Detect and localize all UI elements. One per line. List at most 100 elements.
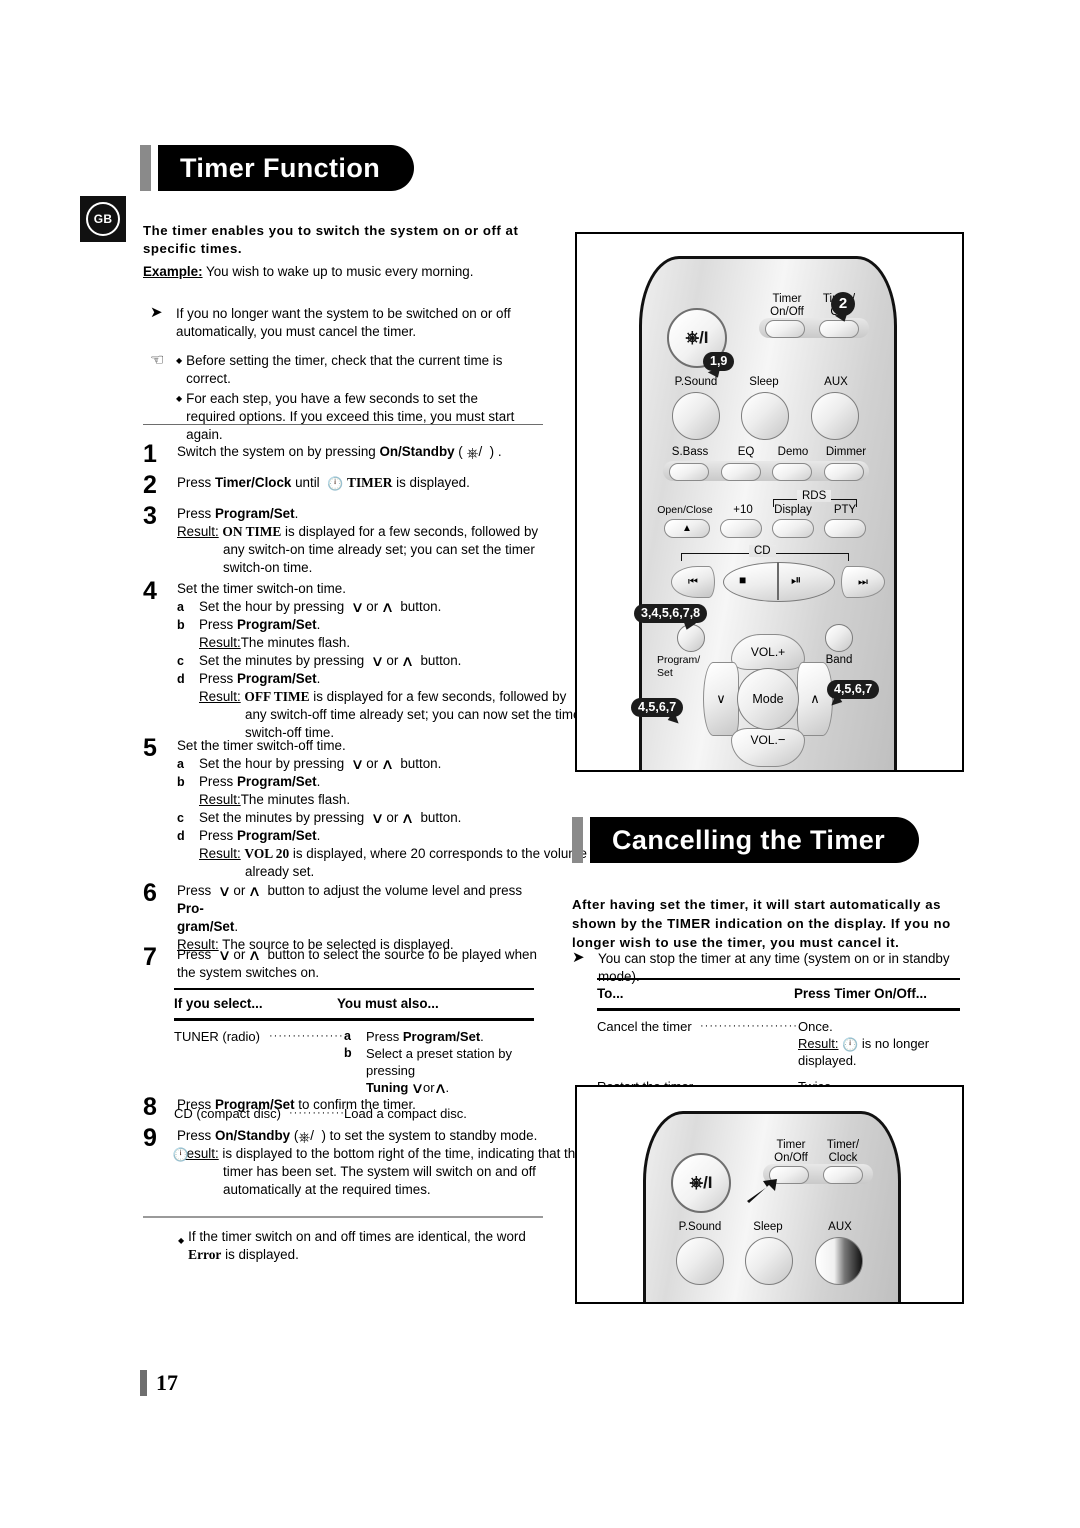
label-timer-onoff-2-l1: Timer	[776, 1139, 806, 1151]
step-6-bold-1: Pro-	[177, 901, 204, 916]
aux-button-2[interactable]	[815, 1237, 863, 1285]
figure-remote-detail: ⎈/I Timer On/Off Timer/ Clock P.Sound Sl…	[575, 1085, 964, 1304]
source-row-0-sub-b: b Select a preset station by pressing	[344, 1045, 534, 1079]
step-5-c-letter: c	[177, 811, 184, 825]
source-row-0-b-line2: Tuning ∨ or ∧ .	[366, 1080, 450, 1097]
vol-down-button[interactable]: VOL.−	[731, 728, 805, 767]
step-8: 8 Press Program/Set to confirm the timer…	[143, 1095, 543, 1120]
step-3-bold: Program/Set	[214, 506, 295, 521]
power-icon-2: ⎈	[298, 1129, 311, 1146]
footnote-row: ◆ If the timer switch on and off times a…	[178, 1228, 548, 1264]
source-row-0-b-letter: b	[344, 1046, 352, 1060]
source-row-0-a-text: Press Program/Set.	[366, 1028, 484, 1045]
figure-remote-full: ⎈/I 1,9 Timer On/Off Timer/ Clo 2	[575, 232, 964, 772]
step-8-bold: Program/Set	[214, 1097, 295, 1112]
chevron-down-icon-remote: ∨	[716, 691, 726, 706]
play-pause-icon[interactable]: ⏯	[791, 572, 801, 588]
psound-button[interactable]	[672, 392, 720, 440]
mode-button[interactable]: Mode	[737, 668, 799, 730]
step-3-period: .	[294, 506, 299, 521]
vol-up-button[interactable]: VOL.+	[731, 634, 805, 670]
page-number-text: 17	[156, 1370, 178, 1395]
nav-down-button[interactable]: ∨	[703, 662, 739, 736]
clock-icon: 🕛	[327, 476, 344, 491]
label-sbass: S.Bass	[671, 446, 709, 458]
step-5-body: Set the timer switch-off time. a Set the…	[177, 737, 587, 881]
psound-button-2[interactable]	[676, 1237, 724, 1285]
step-4-d-bold: Program/Set	[236, 671, 317, 686]
power-icon-remote-2: ⎈/I	[689, 1173, 713, 1192]
cancel-table-header-1: Press Timer On/Off...	[794, 986, 927, 1001]
callout-timer-clock-text: 2	[838, 295, 848, 312]
dimmer-button[interactable]	[824, 463, 864, 481]
prev-track-button[interactable]: ⏮	[671, 566, 715, 598]
nav-up-button[interactable]: ∧	[797, 662, 833, 736]
step-4-b-result-label: Result:	[199, 635, 241, 650]
display-button[interactable]	[772, 519, 814, 538]
remote-control-bottom: ⎈/I Timer On/Off Timer/ Clock P.Sound Sl…	[643, 1111, 901, 1302]
plus10-button[interactable]	[720, 519, 762, 538]
step-5-b-bold: Program/Set	[236, 774, 317, 789]
step-3-body: Press Program/Set. Result: ON TIME is di…	[177, 505, 543, 577]
step-3-result-label: Result:	[177, 524, 219, 539]
label-vol-plus: VOL.+	[750, 645, 786, 659]
step-4-b-pre: Press	[199, 617, 237, 632]
step-4-d-result-label: Result:	[199, 689, 241, 704]
arrow-icon: ➤	[150, 304, 163, 321]
demo-button[interactable]	[772, 463, 812, 481]
source-row-0-sub-a: a Press Program/Set.	[344, 1028, 534, 1045]
step-5-b-post: .	[316, 774, 321, 789]
label-sleep: Sleep	[749, 376, 779, 388]
eject-icon: ▲	[682, 523, 692, 534]
nav-pad: VOL.+ ∨ ∧ VOL.− Mode	[703, 634, 833, 767]
step-9-result: Result:🕛 is displayed to the bottom righ…	[172, 1146, 583, 1197]
open-close-button[interactable]: ▲	[664, 519, 710, 538]
step-3-result-strong: ON TIME	[222, 524, 282, 539]
step-4-d-result: Result: OFF TIME is displayed for a few …	[199, 688, 591, 742]
timer-onoff-button[interactable]	[765, 320, 805, 338]
step-5-sub-c: c Set the minutes by pressing ∨ or ∧ but…	[177, 809, 545, 827]
callout-program-set: 3,4,5,6,7,8	[634, 604, 708, 632]
label-timer-onoff-2: Timer On/Off	[765, 1139, 817, 1164]
label-timer-onoff: Timer On/Off	[761, 293, 813, 318]
step-1: 1 Switch the system on by pressing On/St…	[143, 442, 543, 467]
page-title: Timer Function	[180, 152, 381, 183]
step-4-b-letter: b	[177, 618, 185, 632]
section-header-timer-function: Timer Function	[140, 145, 535, 191]
step-1-paren: ( ⎈/ ) .	[454, 444, 502, 462]
chevron-down-icon-2: ∨	[370, 653, 385, 670]
sbass-button[interactable]	[669, 463, 709, 481]
stop-icon[interactable]: ■	[739, 573, 746, 587]
step-4-d-post: .	[316, 671, 321, 686]
power-button-2[interactable]: ⎈/I	[671, 1153, 731, 1213]
sleep-button-2[interactable]	[745, 1237, 793, 1285]
eq-button[interactable]	[721, 463, 761, 481]
source-row-0-a-post: .	[480, 1029, 484, 1044]
pty-button[interactable]	[824, 519, 866, 538]
step-5-sub-b: b Press Program/Set.	[177, 773, 545, 791]
step-7-text: Press ∨ or ∧ button to select the source…	[177, 947, 537, 980]
note-hand-item-1: Before setting the timer, check that the…	[186, 353, 503, 386]
step-5-b-result-text: The minutes flash.	[240, 792, 351, 807]
leader-dots: ·······························	[269, 1030, 344, 1042]
example-line: Example: You wish to wake up to music ev…	[143, 263, 533, 281]
cancel-table-header-0: To...	[597, 986, 624, 1001]
step-7-number: 7	[143, 943, 157, 971]
step-1-bold: On/Standby	[379, 444, 455, 459]
step-5-b-text: Press Program/Set.	[199, 773, 320, 791]
step-3-line1: Press Program/Set.	[177, 505, 543, 523]
step-5-b-pre: Press	[199, 774, 237, 789]
step-5-number: 5	[143, 734, 157, 762]
aux-button[interactable]	[811, 392, 859, 440]
timer-clock-button-2[interactable]	[823, 1166, 863, 1184]
cancel-row-0-result-label: Result:	[798, 1036, 839, 1051]
callout-program-set-text: 3,4,5,6,7,8	[641, 606, 701, 620]
previous-icon: ⏮	[688, 575, 698, 588]
chevron-up-icon-7: ∧	[433, 1080, 447, 1097]
step-9-bold: On/Standby	[214, 1128, 291, 1143]
step-3-press: Press	[177, 506, 215, 521]
chevron-up-icon-remote: ∧	[810, 691, 820, 706]
step-5-b-result: Result: The minutes flash.	[177, 791, 545, 809]
step-7-body: Press ∨ or ∧ button to select the source…	[177, 946, 543, 982]
sleep-button[interactable]	[741, 392, 789, 440]
